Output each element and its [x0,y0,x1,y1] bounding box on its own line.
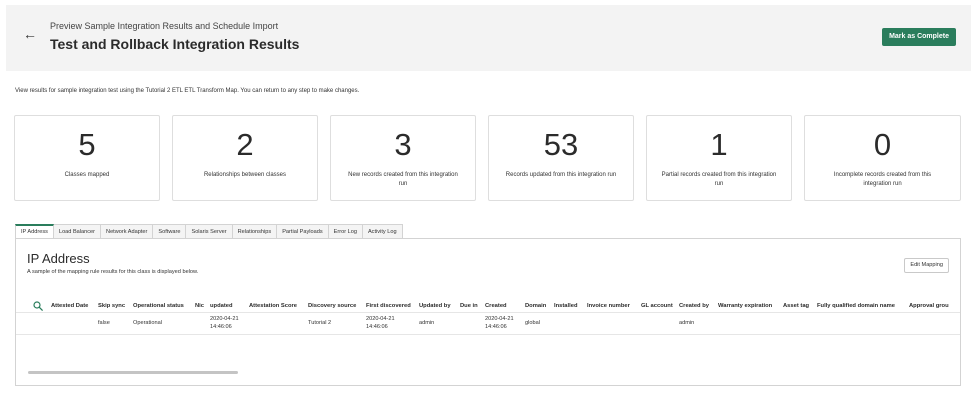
stat-value: 1 [710,127,728,162]
cell-created-by: admin [679,320,695,326]
table-header: Attested Date Skip sync Operational stat… [16,299,960,313]
stat-value: 3 [394,127,412,162]
cell-first-discovered-time: 14:46:06 [366,324,388,330]
cell-skip-sync: false [98,320,110,326]
tab-activity-log[interactable]: Activity Log [362,224,403,239]
tab-error-log[interactable]: Error Log [328,224,363,239]
stat-card-classes-mapped: 5 Classes mapped [14,115,160,201]
cell-operational-status: Operational [133,320,162,326]
tab-partial-payloads[interactable]: Partial Payloads [277,224,329,239]
table-row[interactable]: false Operational 2020-04-21 14:46:06 Tu… [16,313,960,335]
column-header[interactable]: First discovered [366,303,411,309]
stat-card-partial-records: 1 Partial records created from this inte… [646,115,792,201]
column-header[interactable]: Nic [195,303,204,309]
stat-label: Partial records created from this integr… [661,172,777,187]
column-header[interactable]: Asset tag [783,303,809,309]
search-icon[interactable] [33,301,43,311]
stat-value: 53 [543,127,579,162]
class-tabs: IP Address Load Balancer Network Adapter… [15,224,403,239]
tab-ip-address[interactable]: IP Address [15,224,54,239]
column-header[interactable]: Attested Date [51,303,88,309]
column-header[interactable]: Invoice number [587,303,630,309]
column-header[interactable]: Skip sync [98,303,125,309]
page-header: ← Preview Sample Integration Results and… [6,5,971,71]
stat-value: 5 [78,127,96,162]
horizontal-scrollbar[interactable] [28,371,238,374]
column-header[interactable]: Domain [525,303,546,309]
column-header[interactable]: updated [210,303,233,309]
column-header[interactable]: Due in [460,303,478,309]
cell-discovery-source: Tutorial 2 [308,320,332,326]
mark-as-complete-button[interactable]: Mark as Complete [882,28,956,46]
stat-card-incomplete-records: 0 Incomplete records created from this i… [804,115,961,201]
cell-created-date: 2020-04-21 [485,316,514,322]
panel-subtitle: A sample of the mapping rule results for… [27,269,199,275]
stat-label: New records created from this integratio… [348,172,458,187]
tab-solaris-server[interactable]: Solaris Server [186,224,233,239]
cell-updated-time: 14:46:06 [210,324,232,330]
column-header[interactable]: Operational status [133,303,184,309]
cell-first-discovered-date: 2020-04-21 [366,316,395,322]
column-header[interactable]: Approval grou [909,303,949,309]
back-arrow-icon[interactable]: ← [23,26,37,42]
column-header[interactable]: Fully qualified domain name [817,303,895,309]
stat-label: Records updated from this integration ru… [505,172,617,178]
stat-card-new-records: 3 New records created from this integrat… [330,115,476,201]
results-panel: IP Address A sample of the mapping rule … [15,238,961,386]
stat-card-relationships: 2 Relationships between classes [172,115,318,201]
cell-updated-by: admin [419,320,435,326]
column-header[interactable]: Discovery source [308,303,356,309]
column-header[interactable]: Created by [679,303,709,309]
stat-value: 2 [236,127,254,162]
edit-mapping-button[interactable]: Edit Mapping [904,258,949,273]
page-subtitle: Preview Sample Integration Results and S… [50,21,279,31]
stat-label: Relationships between classes [203,172,287,178]
column-header[interactable]: Warranty expiration [718,303,772,309]
stat-value: 0 [873,127,892,162]
tab-software[interactable]: Software [153,224,187,239]
column-header[interactable]: Created [485,303,507,309]
summary-cards: 5 Classes mapped 2 Relationships between… [14,115,961,201]
cell-domain: global [525,320,540,326]
tab-relationships[interactable]: Relationships [232,224,278,239]
stat-card-records-updated: 53 Records updated from this integration… [488,115,634,201]
panel-title: IP Address [27,251,90,266]
column-header[interactable]: GL account [641,303,673,309]
tab-load-balancer[interactable]: Load Balancer [53,224,102,239]
page-title: Test and Rollback Integration Results [50,36,300,52]
column-header[interactable]: Installed [554,303,578,309]
stat-label: Incomplete records created from this int… [833,172,932,187]
column-header[interactable]: Attestation Score [249,303,297,309]
cell-created-time: 14:46:06 [485,324,507,330]
cell-updated-date: 2020-04-21 [210,316,239,322]
intro-text: View results for sample integration test… [15,88,360,94]
tab-network-adapter[interactable]: Network Adapter [101,224,154,239]
column-header[interactable]: Updated by [419,303,451,309]
stat-label: Classes mapped [64,172,110,178]
